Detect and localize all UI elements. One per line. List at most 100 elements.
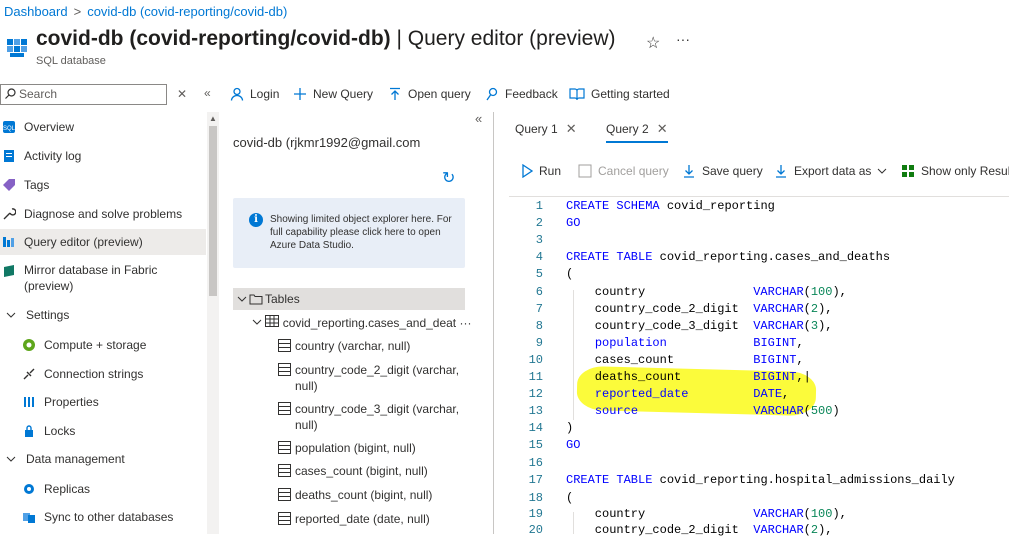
code-line[interactable]: country_code_2_digit VARCHAR(2),	[566, 302, 833, 316]
column-node[interactable]: cases_count (bigint, null)	[278, 463, 428, 479]
open-query-button[interactable]: Open query	[388, 87, 471, 101]
nav-item-activity-log[interactable]: Activity log	[2, 143, 81, 169]
column-label: country_code_2_digit (varchar,	[295, 363, 460, 377]
column-node[interactable]: country (varchar, null)	[278, 338, 410, 354]
column-icon	[278, 363, 291, 376]
sql-icon: SQL	[2, 120, 16, 134]
tables-node[interactable]: Tables	[233, 288, 465, 310]
code-line[interactable]: (	[566, 267, 573, 281]
nav-item-compute[interactable]: Compute + storage	[22, 332, 146, 358]
line-number: 1	[535, 199, 543, 213]
code-line[interactable]: country VARCHAR(100),	[566, 285, 847, 299]
table-node[interactable]: covid_reporting.cases_and_deat ···	[252, 315, 471, 331]
code-line[interactable]: country VARCHAR(100),	[566, 507, 847, 521]
nav-group-data-management[interactable]: Data management	[4, 446, 125, 472]
connection-icon	[22, 367, 36, 381]
new-query-button[interactable]: New Query	[293, 87, 373, 101]
nav-item-replicas[interactable]: Replicas	[22, 476, 90, 502]
nav-item-connection-strings[interactable]: Connection strings	[22, 361, 143, 387]
getting-started-button[interactable]: Getting started	[569, 87, 670, 101]
clear-search-icon[interactable]: ✕	[177, 87, 187, 101]
nav-group-settings[interactable]: Settings	[4, 302, 69, 328]
feedback-button[interactable]: Feedback	[485, 87, 558, 101]
nav-group-label: Settings	[26, 308, 70, 322]
code-line[interactable]: CREATE TABLE covid_reporting.cases_and_d…	[566, 250, 890, 264]
code-line[interactable]: CREATE TABLE covid_reporting.hospital_ad…	[566, 473, 955, 487]
pane-divider[interactable]	[484, 112, 494, 534]
info-banner[interactable]: i Showing limited object explorer here. …	[233, 198, 465, 268]
open-query-label: Open query	[408, 87, 471, 101]
column-node[interactable]: reported_date (date, null)	[278, 511, 430, 527]
code-line[interactable]: GO	[566, 438, 580, 452]
favorite-star-icon[interactable]: ☆	[646, 33, 660, 53]
show-only-results-button[interactable]: Show only Result	[901, 164, 1009, 178]
code-line[interactable]: deaths_count BIGINT,|	[566, 370, 811, 384]
code-line[interactable]: cases_count BIGINT,	[566, 353, 804, 367]
code-line[interactable]: )	[566, 421, 573, 435]
close-tab-icon[interactable]: ✕	[657, 121, 668, 136]
scroll-up-icon[interactable]: ▲	[209, 114, 217, 123]
code-line[interactable]: (	[566, 491, 573, 505]
nav-scrollbar[interactable]: ▲	[207, 112, 219, 534]
nav-item-label: Tags	[24, 178, 50, 192]
new-query-label: New Query	[313, 87, 374, 101]
collapse-menu-icon[interactable]: «	[204, 86, 211, 100]
login-button[interactable]: Login	[230, 87, 279, 101]
search-icon	[5, 88, 16, 99]
code-line[interactable]: country_code_3_digit VARCHAR(3),	[566, 319, 833, 333]
tab-query-2[interactable]: Query 2 ✕	[606, 121, 668, 143]
chevron-down-icon	[878, 168, 887, 174]
line-number: 16	[528, 456, 543, 470]
column-node[interactable]: deaths_count (bigint, null)	[278, 487, 432, 503]
code-line[interactable]: GO	[566, 216, 580, 230]
run-label: Run	[539, 164, 562, 178]
column-node[interactable]: population (bigint, null)	[278, 440, 416, 456]
table-more-icon[interactable]: ···	[456, 316, 471, 330]
search-input[interactable]: Search	[0, 84, 167, 105]
column-label: country_code_3_digit (varchar,	[295, 402, 460, 416]
page-title: covid-db (covid-reporting/covid-db) | Qu…	[36, 27, 616, 51]
scrollbar-thumb[interactable]	[209, 126, 217, 296]
nav-item-query-editor[interactable]: Query editor (preview)	[0, 229, 206, 255]
info-text: Showing limited object explorer here. Fo…	[270, 214, 452, 251]
nav-item-properties[interactable]: Properties	[22, 389, 99, 415]
page-title-suffix: | Query editor (preview)	[396, 27, 616, 50]
tab-query-1[interactable]: Query 1 ✕	[515, 121, 577, 137]
breadcrumb-covid-db[interactable]: covid-db (covid-reporting/covid-db)	[87, 4, 287, 19]
column-node[interactable]: country_code_2_digit (varchar, null)	[278, 362, 463, 394]
column-node[interactable]: country_code_3_digit (varchar, null)	[278, 401, 463, 433]
page-title-main: covid-db (covid-reporting/covid-db)	[36, 27, 391, 50]
nav-item-diagnose[interactable]: Diagnose and solve problems	[2, 201, 182, 227]
column-icon	[278, 512, 291, 525]
code-line[interactable]: CREATE SCHEMA covid_reporting	[566, 199, 775, 213]
refresh-icon[interactable]: ↻	[442, 168, 455, 188]
collapse-explorer-icon[interactable]: «	[475, 111, 482, 126]
nav-item-locks[interactable]: Locks	[22, 418, 75, 444]
code-line[interactable]: population BIGINT,	[566, 336, 804, 350]
tag-icon	[2, 178, 16, 192]
save-query-button[interactable]: Save query	[682, 164, 763, 178]
folder-icon	[249, 294, 263, 305]
feedback-label: Feedback	[505, 87, 558, 101]
run-button[interactable]: Run	[521, 164, 561, 178]
more-options-icon[interactable]: ···	[676, 31, 690, 47]
code-line[interactable]: reported_date DATE,	[566, 387, 789, 401]
nav-item-tags[interactable]: Tags	[2, 172, 49, 198]
nav-item-overview[interactable]: SQL Overview	[2, 114, 74, 140]
column-label: reported_date (date, null)	[295, 512, 430, 526]
nav-item-label: Compute + storage	[44, 338, 147, 352]
nav-item-sync[interactable]: Sync to other databases	[22, 504, 173, 530]
export-data-button[interactable]: Export data as	[774, 164, 893, 178]
close-tab-icon[interactable]: ✕	[566, 121, 577, 136]
column-label-line2: null)	[295, 379, 318, 393]
code-line[interactable]: country_code_2_digit VARCHAR(2),	[566, 523, 833, 537]
breadcrumb-dashboard[interactable]: Dashboard	[4, 4, 68, 19]
line-number: 13	[528, 404, 543, 418]
nav-item-mirror-fabric[interactable]: Mirror database in Fabric (preview)	[2, 262, 157, 294]
upload-icon	[390, 87, 400, 100]
cancel-query-button[interactable]: Cancel query	[578, 164, 669, 178]
column-label: population (bigint, null)	[295, 441, 416, 455]
tab-label: Query 1	[515, 122, 558, 136]
line-number: 7	[535, 302, 543, 316]
code-line[interactable]: source VARCHAR(500)	[566, 404, 840, 418]
